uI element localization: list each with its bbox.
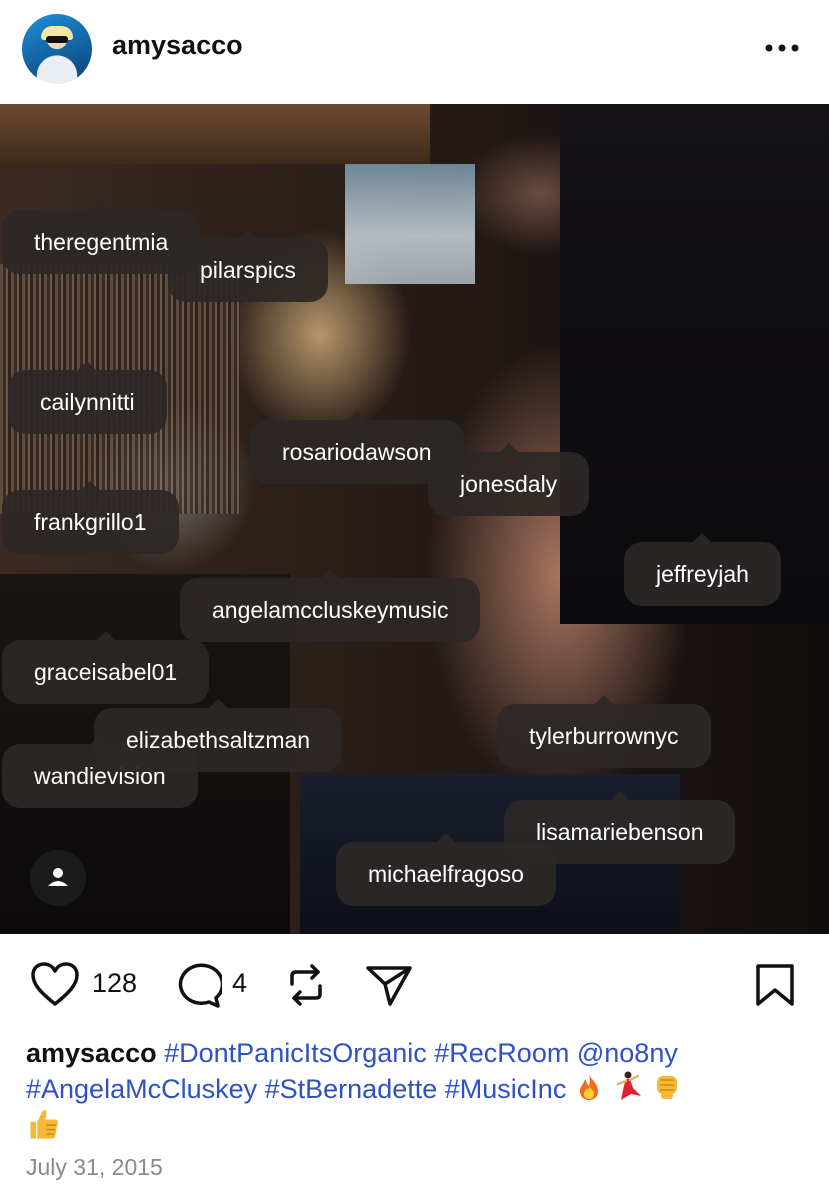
user-tag[interactable]: frankgrillo1: [2, 481, 179, 554]
post-caption: amysacco #DontPanicItsOrganic #RecRoom @…: [26, 1036, 806, 1146]
user-tag[interactable]: jeffreyjah: [624, 533, 781, 606]
avatar[interactable]: [22, 14, 92, 84]
user-tag[interactable]: jonesdaly: [428, 443, 590, 516]
thumbs-up-emoji-icon: [30, 1110, 58, 1139]
caption-username[interactable]: amysacco: [26, 1038, 157, 1068]
comment-icon[interactable]: [172, 962, 222, 1008]
hashtag-link[interactable]: #RecRoom: [434, 1038, 569, 1068]
bookmark-icon[interactable]: [754, 962, 796, 1008]
hashtag-link[interactable]: #AngelaMcCluskey: [26, 1074, 257, 1104]
hashtag-link[interactable]: #DontPanicItsOrganic: [164, 1038, 427, 1068]
user-tag[interactable]: graceisabel01: [2, 631, 210, 704]
user-tag[interactable]: tylerburrownyc: [497, 695, 711, 768]
user-tag[interactable]: elizabethsaltzman: [94, 699, 343, 772]
comment-count[interactable]: 4: [232, 968, 247, 999]
heart-icon[interactable]: [30, 962, 80, 1008]
more-options-icon[interactable]: [762, 38, 802, 58]
tagged-people-button[interactable]: [30, 850, 86, 906]
dancer-emoji-icon: [617, 1071, 642, 1100]
hashtag-link[interactable]: #StBernadette: [265, 1074, 438, 1104]
user-tag[interactable]: cailynnitti: [8, 361, 167, 434]
user-tag[interactable]: lisamariebenson: [504, 791, 736, 864]
post-username[interactable]: amysacco: [112, 30, 243, 61]
like-count[interactable]: 128: [92, 968, 137, 999]
mention-link[interactable]: @no8ny: [577, 1038, 678, 1068]
user-tag[interactable]: theregentmia: [2, 201, 201, 274]
repost-icon[interactable]: [284, 962, 328, 1008]
post-photo[interactable]: pilarspics theregentmia cailynnitti rosa…: [0, 104, 829, 934]
user-tag[interactable]: angelamccluskeymusic: [180, 569, 481, 642]
post-date: July 31, 2015: [26, 1154, 163, 1180]
share-icon[interactable]: [364, 962, 414, 1008]
post-header: amysacco: [0, 0, 829, 104]
fist-emoji-icon: [656, 1076, 677, 1099]
hashtag-link[interactable]: #MusicInc: [445, 1074, 567, 1104]
person-icon: [48, 868, 68, 886]
fire-emoji-icon: [579, 1074, 598, 1100]
